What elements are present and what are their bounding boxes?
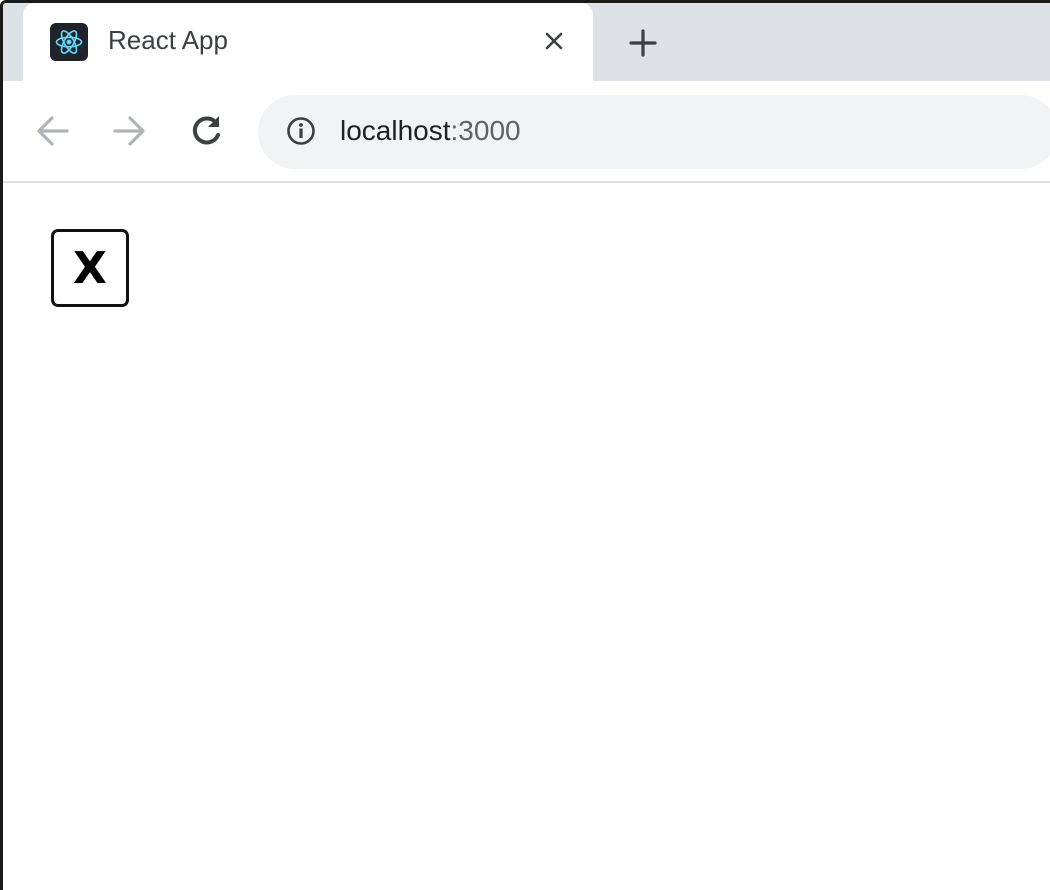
url-port: :3000 [450, 115, 521, 146]
url-text[interactable]: localhost:3000 [340, 115, 521, 147]
url-host: localhost [340, 115, 451, 146]
tab-title: React App [108, 25, 228, 55]
tab-react-app[interactable]: React App [23, 3, 593, 81]
address-bar[interactable]: localhost:3000 [258, 95, 1050, 169]
x-button[interactable]: X [51, 229, 129, 307]
page-content: X [3, 183, 1050, 890]
arrow-left-icon[interactable] [33, 111, 73, 151]
browser-window: React App localhost:3000 X [0, 0, 1050, 890]
arrow-right-icon[interactable] [109, 111, 149, 151]
reload-icon[interactable] [186, 111, 226, 151]
react-logo-icon [50, 23, 88, 61]
plus-icon[interactable] [623, 23, 663, 63]
tab-strip: React App [3, 3, 1050, 81]
info-icon[interactable] [284, 114, 318, 148]
browser-toolbar: localhost:3000 [3, 81, 1050, 183]
close-icon[interactable] [536, 23, 572, 59]
